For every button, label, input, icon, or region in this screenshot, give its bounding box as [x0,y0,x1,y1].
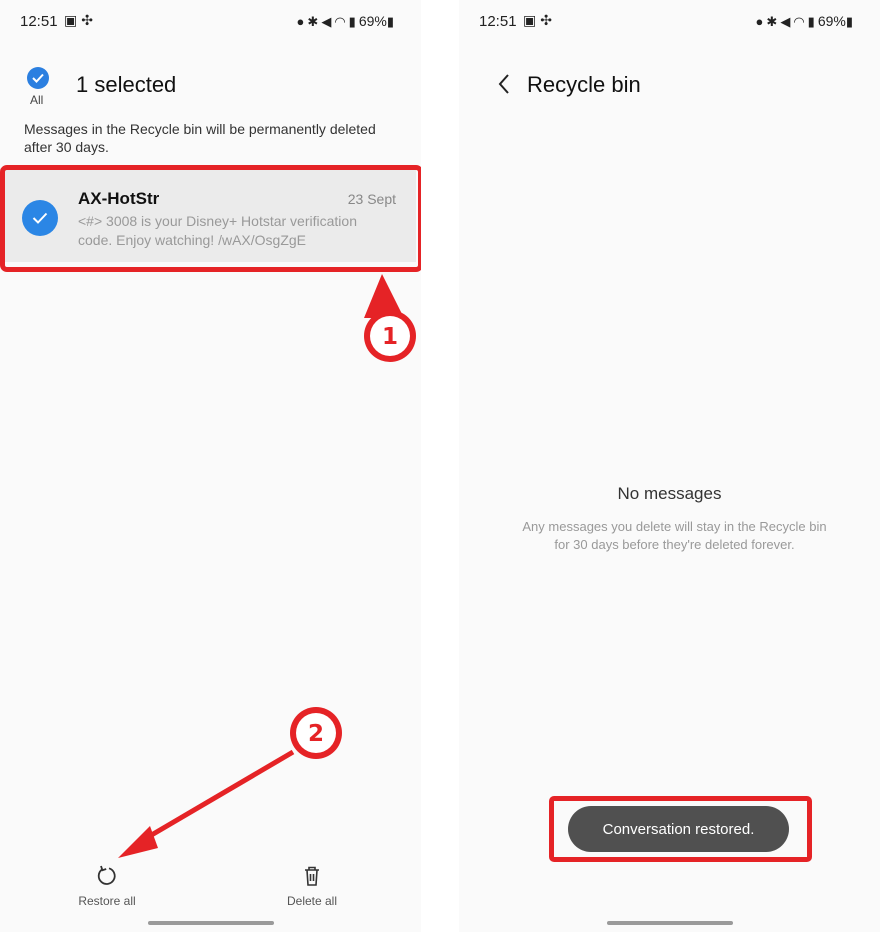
status-bar: 12:51 ▣✣ ●✱◀◠▮69%▮ [459,10,880,32]
recycle-bin-notice: Messages in the Recycle bin will be perm… [24,121,376,155]
restore-all-button[interactable]: Restore all [70,864,144,908]
select-all-checkbox[interactable] [27,67,49,89]
back-chevron-icon[interactable] [495,71,515,97]
bluetooth-icon: ✱ [307,14,322,29]
delete-all-button[interactable]: Delete all [280,864,344,908]
empty-state-description: Any messages you delete will stay in the… [522,519,827,552]
empty-state-title: No messages [617,484,722,503]
battery-level: 69% [358,13,387,29]
delete-all-label: Delete all [286,894,338,908]
notification-icons: ▣✣ [523,12,556,29]
status-bar: 12:51 ▣✣ ●✱◀◠▮69%▮ [0,10,421,32]
wifi-icon: ◠ [793,14,808,29]
battery-icon: ▮ [386,14,397,29]
check-icon [32,73,44,83]
highlight-box-message [0,165,421,272]
home-indicator [148,921,274,925]
left-phone-screen: 12:51 ▣✣ ●✱◀◠▮69%▮ All 1 selected Messag… [0,0,421,932]
battery-level: 69% [817,13,846,29]
trash-icon [305,866,319,886]
battery-icon: ▮ [845,14,856,29]
lightbulb-icon: ● [296,14,308,29]
restore-icon [97,865,116,885]
image-icon: ▣ [523,12,541,28]
page-title: Recycle bin [527,72,641,97]
image-icon: ▣ [64,12,82,28]
selection-count-title: 1 selected [76,72,177,97]
pinwheel-icon: ✣ [81,12,97,28]
status-time: 12:51 [20,13,58,30]
lightbulb-icon: ● [755,14,767,29]
system-icons: ●✱◀◠▮69%▮ [297,13,397,30]
bluetooth-icon: ✱ [766,14,781,29]
signal-icon: ▮ [348,14,359,29]
system-icons: ●✱◀◠▮69%▮ [756,13,856,30]
signal-icon: ▮ [807,14,818,29]
restore-all-label: Restore all [78,894,136,908]
wifi-icon: ◠ [334,14,349,29]
pinwheel-icon: ✣ [540,12,556,28]
mute-icon: ◀ [321,14,335,29]
notification-icons: ▣✣ [64,12,97,29]
home-indicator [607,921,733,925]
right-phone-screen: 12:51 ▣✣ ●✱◀◠▮69%▮ Recycle bin No messag… [459,0,880,932]
highlight-box-toast [549,796,812,862]
mute-icon: ◀ [780,14,794,29]
status-time: 12:51 [479,13,517,30]
select-all-label: All [30,93,44,107]
